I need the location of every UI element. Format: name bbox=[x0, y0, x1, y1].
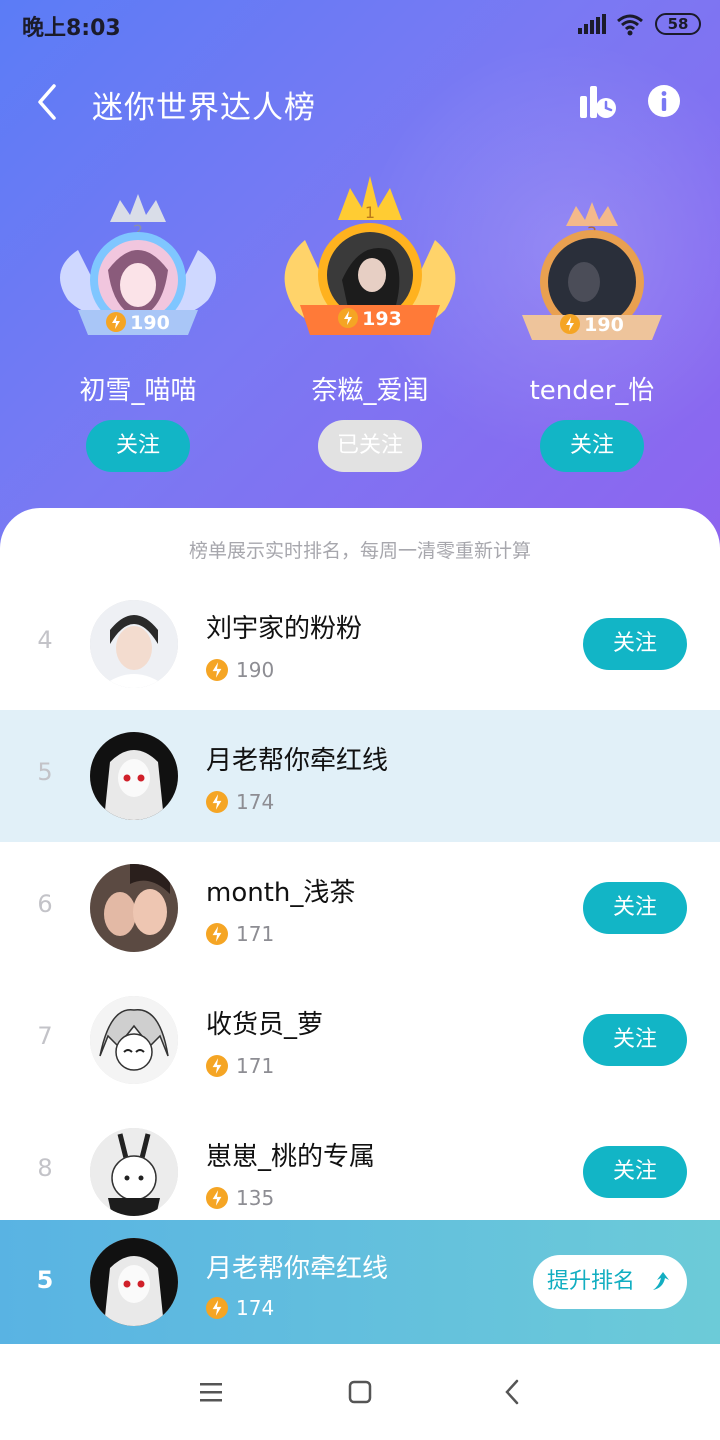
avatar[interactable] bbox=[90, 732, 178, 820]
bolt-icon bbox=[206, 923, 228, 945]
wifi-icon bbox=[617, 14, 643, 36]
home-icon[interactable] bbox=[348, 1380, 372, 1404]
follow-button[interactable]: 关注 bbox=[583, 882, 687, 934]
bolt-icon bbox=[338, 308, 359, 328]
avatar[interactable] bbox=[90, 996, 178, 1084]
user-name: 刘宇家的粉粉 bbox=[206, 614, 363, 644]
gold-crown-badge: 1 bbox=[284, 176, 456, 335]
score: 174 bbox=[206, 790, 274, 814]
my-score: 174 bbox=[206, 1296, 274, 1320]
bolt-icon bbox=[206, 659, 228, 681]
bolt-icon bbox=[206, 1297, 228, 1319]
page-title: 迷你世界达人榜 bbox=[92, 90, 316, 126]
rank-number: 4 bbox=[37, 626, 53, 654]
podium-score: 190 bbox=[88, 312, 188, 334]
score: 135 bbox=[206, 1186, 274, 1210]
user-name: month_浅茶 bbox=[206, 878, 356, 908]
bolt-icon bbox=[206, 1055, 228, 1077]
menu-icon[interactable] bbox=[198, 1380, 224, 1404]
score: 171 bbox=[206, 922, 274, 946]
podium-name: 初雪_喵喵 bbox=[79, 376, 197, 406]
user-name: 月老帮你牵红线 bbox=[206, 746, 389, 776]
user-name: 崽崽_桃的专属 bbox=[206, 1142, 376, 1172]
stats-clock-icon[interactable] bbox=[576, 82, 618, 122]
podium-rank-3: 3 190 tender_怡 关注 bbox=[492, 170, 692, 490]
follow-button[interactable]: 关注 bbox=[583, 1014, 687, 1066]
system-nav-bar bbox=[0, 1344, 720, 1440]
battery-indicator: 58 bbox=[655, 13, 701, 35]
my-avatar[interactable] bbox=[90, 1238, 178, 1326]
list-item[interactable]: 4 刘宇家的粉粉 190 关注 bbox=[0, 578, 720, 710]
rank-number: 8 bbox=[37, 1154, 53, 1182]
list-item[interactable]: 7 收货员_萝 171 关注 bbox=[0, 974, 720, 1106]
boost-rank-label: 提升排名 bbox=[547, 1269, 636, 1294]
avatar[interactable] bbox=[90, 600, 178, 688]
bolt-icon bbox=[560, 314, 581, 334]
bolt-icon bbox=[206, 791, 228, 813]
rank-number: 5 bbox=[37, 758, 53, 786]
user-name: 收货员_萝 bbox=[206, 1010, 324, 1040]
nav-back-icon[interactable] bbox=[502, 1378, 522, 1406]
follow-button[interactable]: 关注 bbox=[583, 618, 687, 670]
signal-icon bbox=[578, 14, 606, 34]
status-bar: 晚上8:03 58 bbox=[0, 0, 720, 50]
my-rank-bar: 5 月老帮你牵红线 174 提升排名 bbox=[0, 1220, 720, 1344]
list-item[interactable]: 6 month_浅茶 171 关注 bbox=[0, 842, 720, 974]
avatar[interactable] bbox=[90, 1128, 178, 1216]
bolt-icon bbox=[106, 312, 127, 332]
score: 171 bbox=[206, 1054, 274, 1078]
silver-crown-badge: 2 bbox=[60, 194, 216, 335]
my-user-name: 月老帮你牵红线 bbox=[206, 1254, 389, 1284]
bronze-crown-badge: 3 bbox=[522, 202, 662, 340]
info-icon[interactable] bbox=[647, 84, 681, 118]
boost-rank-button[interactable]: 提升排名 bbox=[533, 1255, 687, 1309]
score: 190 bbox=[206, 658, 274, 682]
podium-rank-2: 2 190 初雪_喵喵 关注 bbox=[38, 170, 238, 490]
podium-rank-1: 1 193 奈糍_爱闺 已关注 bbox=[270, 170, 470, 490]
list-item[interactable]: 8 崽崽_桃的专属 135 关注 bbox=[0, 1106, 720, 1238]
podium-score: 193 bbox=[320, 308, 420, 330]
my-rank-number: 5 bbox=[36, 1266, 54, 1294]
list-item-self[interactable]: 5 月老帮你牵红线 174 bbox=[0, 710, 720, 842]
follow-button[interactable]: 关注 bbox=[540, 420, 644, 472]
ranking-notice: 榜单展示实时排名，每周一清零重新计算 bbox=[188, 540, 531, 562]
podium-score: 190 bbox=[542, 314, 642, 336]
back-icon[interactable] bbox=[30, 80, 70, 124]
svg-text:1: 1 bbox=[365, 203, 375, 222]
follow-button[interactable]: 关注 bbox=[583, 1146, 687, 1198]
status-time: 晚上8:03 bbox=[22, 16, 121, 41]
avatar[interactable] bbox=[90, 864, 178, 952]
rank-number: 6 bbox=[37, 890, 53, 918]
followed-button[interactable]: 已关注 bbox=[318, 420, 422, 472]
rank-number: 7 bbox=[37, 1022, 53, 1050]
follow-button[interactable]: 关注 bbox=[86, 420, 190, 472]
bolt-icon bbox=[206, 1187, 228, 1209]
podium-name: 奈糍_爱闺 bbox=[311, 376, 429, 406]
podium-name: tender_怡 bbox=[529, 376, 655, 406]
arrow-up-icon bbox=[653, 1272, 669, 1290]
